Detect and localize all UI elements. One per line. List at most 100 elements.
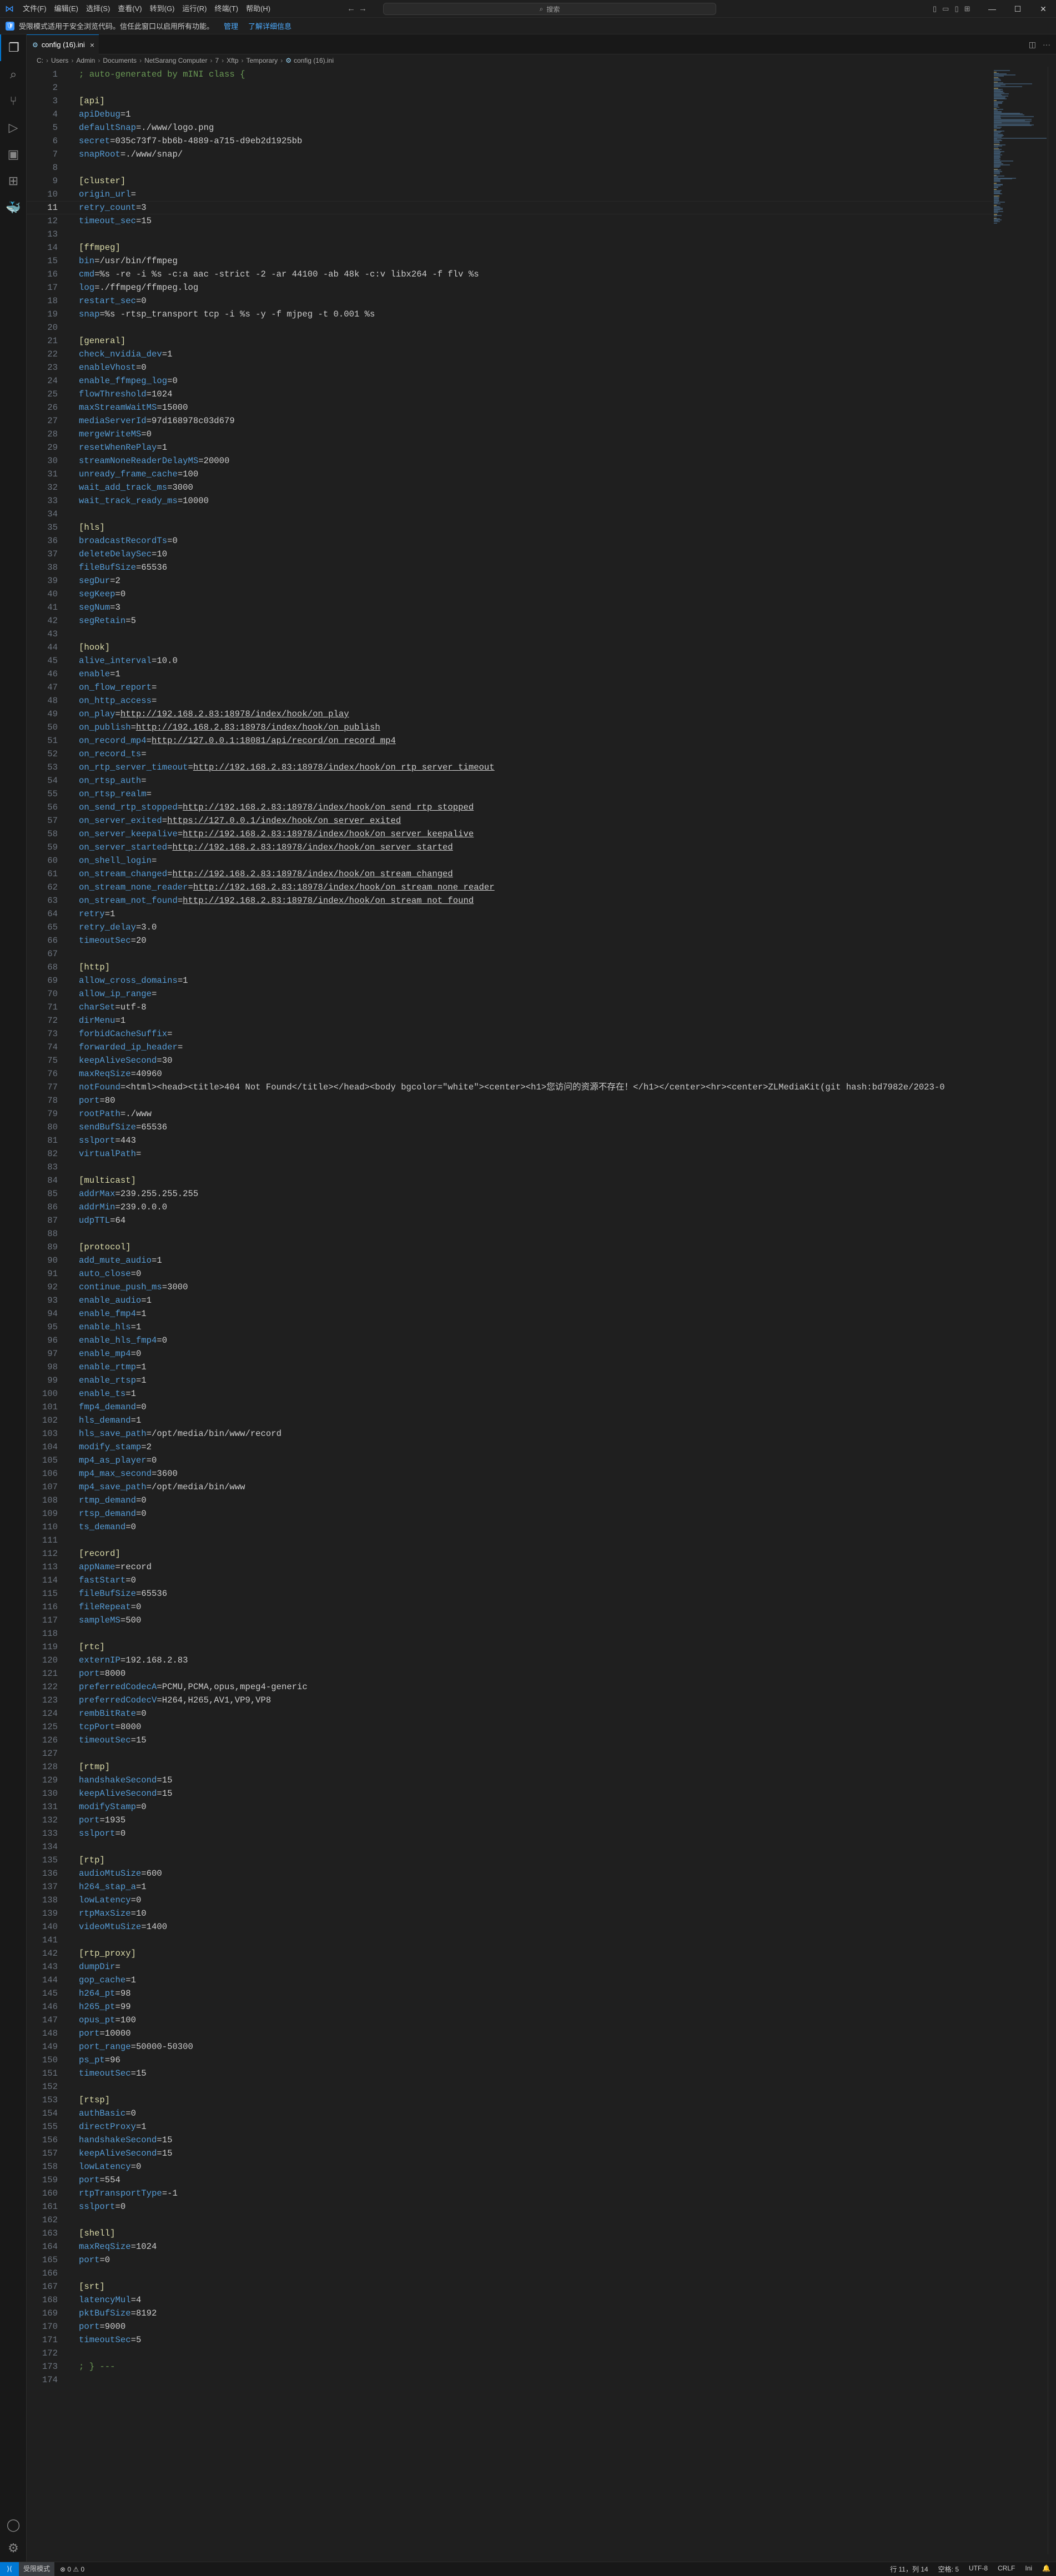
- code-line[interactable]: 132 port=1935: [27, 1814, 993, 1827]
- code-line[interactable]: 141: [27, 1934, 993, 1947]
- code-line[interactable]: 161 sslport=0: [27, 2200, 993, 2213]
- code-line[interactable]: 42 segRetain=5: [27, 614, 993, 627]
- code-line[interactable]: 40 segKeep=0: [27, 587, 993, 601]
- code-line[interactable]: 15 bin=/usr/bin/ffmpeg: [27, 254, 993, 268]
- code-line[interactable]: 67: [27, 947, 993, 961]
- code-line[interactable]: 51 on_record_mp4=http://127.0.0.1:18081/a…: [27, 734, 993, 747]
- breadcrumb-item[interactable]: Admin: [76, 57, 95, 64]
- code-line[interactable]: 130 keepAliveSecond=15: [27, 1787, 993, 1800]
- customize-layout-icon[interactable]: ⊞: [964, 0, 970, 18]
- explorer-icon[interactable]: ❐: [0, 34, 27, 61]
- code-line[interactable]: 135 [rtp]: [27, 1854, 993, 1867]
- menu-go[interactable]: 转到(G): [146, 0, 179, 18]
- menu-help[interactable]: 帮助(H): [242, 0, 274, 18]
- code-line[interactable]: 139 rtpMaxSize=10: [27, 1907, 993, 1920]
- code-line[interactable]: 21 [general]: [27, 334, 993, 348]
- code-line[interactable]: 104 modify_stamp=2: [27, 1440, 993, 1454]
- code-line[interactable]: 24 enable_ffmpeg_log=0: [27, 374, 993, 388]
- back-arrow-icon[interactable]: ←: [347, 0, 355, 18]
- code-line[interactable]: 12 timeout_sec=15: [27, 214, 993, 228]
- indentation[interactable]: 空格: 5: [938, 2564, 959, 2574]
- code-line[interactable]: 47 on_flow_report=: [27, 681, 993, 694]
- code-line[interactable]: 173 ; } ---: [27, 2360, 993, 2373]
- code-line[interactable]: 149 port_range=50000-50300: [27, 2040, 993, 2053]
- code-line[interactable]: 121 port=8000: [27, 1667, 993, 1680]
- code-line[interactable]: 57 on_server_exited=https://127.0.0.1/ind…: [27, 814, 993, 827]
- code-line[interactable]: 171 timeoutSec=5: [27, 2333, 993, 2347]
- code-line[interactable]: 110 ts_demand=0: [27, 1520, 993, 1534]
- code-line[interactable]: 22 check_nvidia_dev=1: [27, 348, 993, 361]
- code-line[interactable]: 34: [27, 508, 993, 521]
- code-line[interactable]: 13: [27, 228, 993, 241]
- code-line[interactable]: 84 [multicast]: [27, 1174, 993, 1187]
- code-line[interactable]: 20: [27, 321, 993, 334]
- code-line[interactable]: 174: [27, 2373, 993, 2387]
- code-line[interactable]: 97 enable_mp4=0: [27, 1347, 993, 1360]
- code-line[interactable]: 29 resetWhenRePlay=1: [27, 441, 993, 454]
- code-line[interactable]: 126 timeoutSec=15: [27, 1734, 993, 1747]
- code-line[interactable]: 16 cmd=%s -re -i %s -c:a aac -strict -2 -…: [27, 268, 993, 281]
- code-line[interactable]: 43: [27, 627, 993, 641]
- code-line[interactable]: 165 port=0: [27, 2253, 993, 2267]
- source-control-icon[interactable]: ⑂: [0, 88, 27, 114]
- code-line[interactable]: 106 mp4_max_second=3600: [27, 1467, 993, 1480]
- code-line[interactable]: 128 [rtmp]: [27, 1760, 993, 1774]
- code-line[interactable]: 111: [27, 1534, 993, 1547]
- more-actions-icon[interactable]: ···: [1043, 34, 1050, 54]
- code-line[interactable]: 169 pktBufSize=8192: [27, 2307, 993, 2320]
- code-line[interactable]: 114 fastStart=0: [27, 1574, 993, 1587]
- code-line[interactable]: 124 rembBitRate=0: [27, 1707, 993, 1720]
- code-line[interactable]: 62 on_stream_none_reader=http://192.168.2…: [27, 881, 993, 894]
- code-line[interactable]: 72 dirMenu=1: [27, 1014, 993, 1027]
- code-line[interactable]: 95 enable_hls=1: [27, 1320, 993, 1334]
- toggle-panel-icon[interactable]: ▭: [942, 0, 949, 18]
- code-line[interactable]: 46 enable=1: [27, 667, 993, 681]
- language-mode[interactable]: Ini: [1025, 2564, 1032, 2574]
- breadcrumb-item[interactable]: NetSarang Computer: [144, 57, 207, 64]
- code-line[interactable]: 107 mp4_save_path=/opt/media/bin/www: [27, 1480, 993, 1494]
- command-center-search[interactable]: ⌕ 搜索: [383, 3, 716, 15]
- code-line[interactable]: 102 hls_demand=1: [27, 1414, 993, 1427]
- code-line[interactable]: 91 auto_close=0: [27, 1267, 993, 1281]
- code-line[interactable]: 83: [27, 1161, 993, 1174]
- code-line[interactable]: 170 port=9000: [27, 2320, 993, 2333]
- code-line[interactable]: 90 add_mute_audio=1: [27, 1254, 993, 1267]
- code-line[interactable]: 98 enable_rtmp=1: [27, 1360, 993, 1374]
- manage-gear-icon[interactable]: ⚙: [0, 2535, 27, 2562]
- toggle-secondary-sidebar-icon[interactable]: ▯: [954, 0, 958, 18]
- code-line[interactable]: 125 tcpPort=8000: [27, 1720, 993, 1734]
- code-line[interactable]: 92 continue_push_ms=3000: [27, 1281, 993, 1294]
- code-line[interactable]: 71 charSet=utf-8: [27, 1001, 993, 1014]
- code-line[interactable]: 74 forwarded_ip_header=: [27, 1041, 993, 1054]
- run-debug-icon[interactable]: ▷: [0, 114, 27, 141]
- code-line[interactable]: 39 segDur=2: [27, 574, 993, 587]
- code-line[interactable]: 160 rtpTransportType=-1: [27, 2187, 993, 2200]
- code-line[interactable]: 87 udpTTL=64: [27, 1214, 993, 1227]
- code-line[interactable]: 19 snap=%s -rtsp_transport tcp -i %s -y -…: [27, 308, 993, 321]
- code-line[interactable]: 154 authBasic=0: [27, 2107, 993, 2120]
- code-line[interactable]: 136 audioMtuSize=600: [27, 1867, 993, 1880]
- code-line[interactable]: 153 [rtsp]: [27, 2093, 993, 2107]
- code-line[interactable]: 103 hls_save_path=/opt/media/bin/www/reco…: [27, 1427, 993, 1440]
- code-line[interactable]: 68 [http]: [27, 961, 993, 974]
- code-line[interactable]: 112 [record]: [27, 1547, 993, 1560]
- code-line[interactable]: 137 h264_stap_a=1: [27, 1880, 993, 1894]
- code-line[interactable]: 23 enableVhost=0: [27, 361, 993, 374]
- code-line[interactable]: 9 [cluster]: [27, 174, 993, 188]
- search-view-icon[interactable]: ⌕: [0, 61, 27, 88]
- code-line[interactable]: 4 apiDebug=1: [27, 108, 993, 121]
- code-line[interactable]: 118: [27, 1627, 993, 1640]
- code-line[interactable]: 44 [hook]: [27, 641, 993, 654]
- code-line[interactable]: 163 [shell]: [27, 2227, 993, 2240]
- problems-indicator[interactable]: ⊗ 0 ⚠ 0: [60, 2565, 84, 2573]
- menu-selection[interactable]: 选择(S): [82, 0, 114, 18]
- code-line[interactable]: 80 sendBufSize=65536: [27, 1121, 993, 1134]
- menu-run[interactable]: 运行(R): [178, 0, 210, 18]
- code-line[interactable]: 17 log=./ffmpeg/ffmpeg.log: [27, 281, 993, 294]
- code-line[interactable]: 122 preferredCodecA=PCMU,PCMA,opus,mpeg4-…: [27, 1680, 993, 1694]
- encoding[interactable]: UTF-8: [969, 2564, 988, 2574]
- code-line[interactable]: 140 videoMtuSize=1400: [27, 1920, 993, 1934]
- close-window-icon[interactable]: ✕: [1030, 0, 1056, 18]
- code-line[interactable]: 159 port=554: [27, 2173, 993, 2187]
- code-line[interactable]: 69 allow_cross_domains=1: [27, 974, 993, 987]
